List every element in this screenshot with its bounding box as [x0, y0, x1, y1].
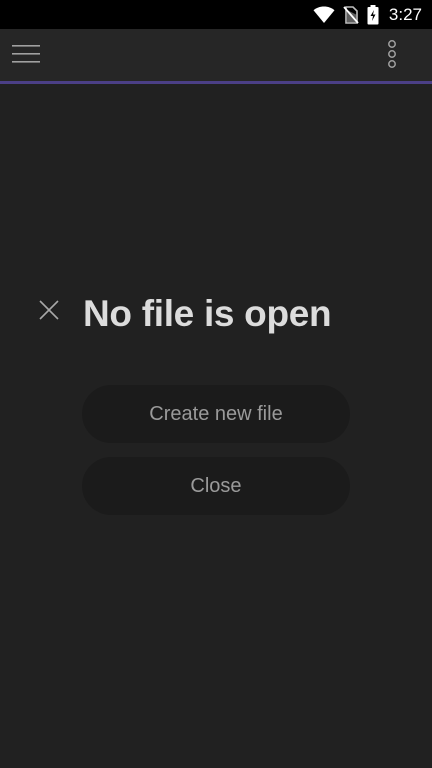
wifi-icon	[313, 6, 335, 24]
no-sim-icon	[343, 5, 359, 24]
close-icon	[38, 299, 60, 326]
empty-state-title: No file is open	[83, 293, 332, 334]
more-options-button[interactable]	[374, 37, 410, 75]
more-vertical-icon	[386, 39, 398, 73]
empty-state: No file is open Create new file Close	[0, 84, 432, 768]
dismiss-button[interactable]	[34, 297, 64, 327]
hamburger-menu-icon	[12, 43, 40, 70]
status-bar: 3:27	[0, 0, 432, 29]
menu-button[interactable]	[6, 37, 46, 75]
app-screen: 3:27 No file is open Create new file Clo…	[0, 0, 432, 768]
create-new-file-button[interactable]: Create new file	[82, 385, 350, 443]
close-button[interactable]: Close	[82, 457, 350, 515]
status-time: 3:27	[388, 4, 422, 24]
top-app-bar	[0, 29, 432, 81]
battery-charging-icon	[367, 4, 379, 25]
status-icons: 3:27	[313, 0, 422, 29]
